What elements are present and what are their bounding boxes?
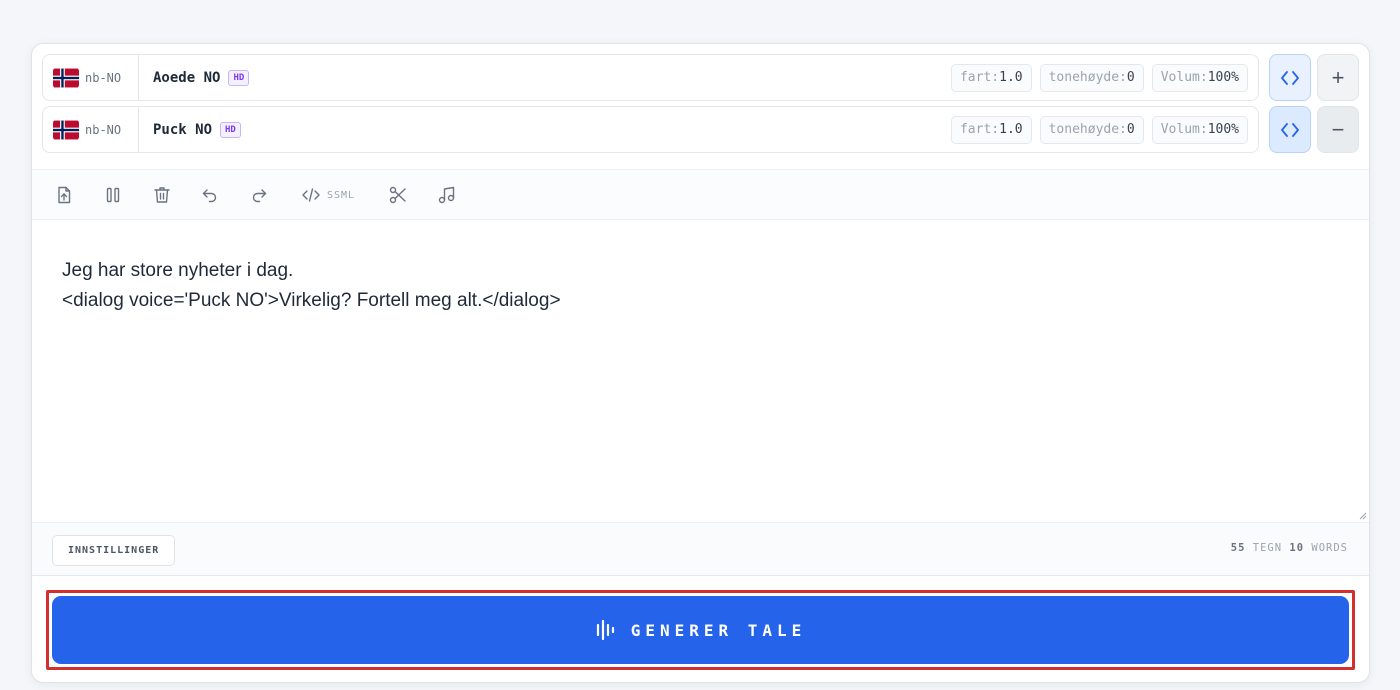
speed-param[interactable]: fart: 1.0	[950, 115, 1032, 144]
param-key: fart:	[959, 70, 1000, 85]
resize-grip-icon[interactable]	[1359, 512, 1367, 520]
voice-name: Aoede NO	[153, 69, 221, 86]
voice-row[interactable]: nb-NO Aoede NO HD fart: 1.0 tonehøyde: 0…	[42, 54, 1259, 101]
remove-voice-button[interactable]: −	[1317, 106, 1359, 153]
pitch-param[interactable]: tonehøyde: 0	[1039, 115, 1144, 144]
param-key: tonehøyde:	[1048, 122, 1127, 137]
ssml-toggle-button[interactable]	[1269, 106, 1311, 153]
param-value: 1.0	[999, 122, 1023, 137]
language-code: nb-NO	[85, 70, 122, 85]
upload-icon	[58, 186, 71, 204]
tts-panel: nb-NO Aoede NO HD fart: 1.0 tonehøyde: 0…	[31, 43, 1370, 683]
redo-icon	[252, 189, 267, 203]
generate-speech-button[interactable]: GENERER TALE	[52, 596, 1349, 664]
word-unit: WORDS	[1311, 542, 1348, 554]
language-selector[interactable]: nb-NO	[43, 55, 139, 100]
char-count: 55	[1230, 542, 1246, 554]
code-brackets-icon	[1281, 122, 1299, 137]
speed-param[interactable]: fart: 1.0	[950, 63, 1032, 92]
hd-badge: HD	[220, 121, 241, 138]
word-count: 10	[1289, 542, 1305, 554]
volume-param[interactable]: Volum: 100%	[1151, 63, 1248, 92]
upload-button[interactable]	[54, 184, 74, 206]
editor-line: <dialog voice='Puck NO'>Virkelig? Fortel…	[62, 290, 561, 311]
pitch-param[interactable]: tonehøyde: 0	[1039, 63, 1144, 92]
trash-icon	[154, 187, 170, 203]
param-value: 100%	[1207, 70, 1239, 85]
char-unit: TEGN	[1252, 542, 1283, 554]
voice-name: Puck NO	[153, 121, 213, 138]
param-key: Volum:	[1160, 122, 1208, 137]
ssml-toggle-button[interactable]	[1269, 54, 1311, 101]
undo-button[interactable]	[200, 184, 220, 206]
audio-wave-icon	[596, 619, 614, 641]
editor-toolbar: SSML	[32, 169, 1369, 220]
language-selector[interactable]: nb-NO	[43, 107, 139, 152]
generate-highlight: GENERER TALE	[46, 590, 1355, 670]
voice-name-area[interactable]: Aoede NO HD	[153, 55, 250, 100]
norway-flag-icon	[53, 120, 79, 139]
ssml-button[interactable]: SSML	[301, 184, 355, 206]
settings-button[interactable]: INNSTILLINGER	[52, 535, 176, 566]
music-note-icon	[438, 186, 455, 204]
undo-icon	[202, 189, 217, 203]
param-key: fart:	[959, 122, 1000, 137]
voice-row[interactable]: nb-NO Puck NO HD fart: 1.0 tonehøyde: 0 …	[42, 106, 1259, 153]
redo-button[interactable]	[249, 184, 269, 206]
code-icon	[302, 188, 320, 202]
pause-button[interactable]	[103, 184, 123, 206]
volume-param[interactable]: Volum: 100%	[1151, 115, 1248, 144]
pause-icon	[106, 187, 120, 203]
norway-flag-icon	[53, 68, 79, 87]
text-counter: 55 TEGN 10 WORDS	[1231, 542, 1348, 554]
param-value: 0	[1126, 122, 1135, 137]
param-key: tonehøyde:	[1048, 70, 1127, 85]
param-value: 1.0	[999, 70, 1023, 85]
text-editor[interactable]: Jeg har store nyheter i dag. <dialog voi…	[32, 220, 1369, 522]
hd-badge: HD	[228, 69, 250, 86]
param-value: 0	[1126, 70, 1135, 85]
voice-params: fart: 1.0 tonehøyde: 0 Volum: 100%	[950, 55, 1248, 100]
editor-footer: INNSTILLINGER 55 TEGN 10 WORDS	[32, 522, 1369, 576]
cut-button[interactable]	[388, 184, 408, 206]
plus-icon: +	[1331, 64, 1345, 90]
voice-rows: nb-NO Aoede NO HD fart: 1.0 tonehøyde: 0…	[32, 44, 1369, 169]
param-key: Volum:	[1160, 70, 1208, 85]
minus-icon: −	[1331, 116, 1345, 142]
language-code: nb-NO	[85, 122, 122, 137]
add-voice-button[interactable]: +	[1317, 54, 1359, 101]
param-value: 100%	[1207, 122, 1239, 137]
music-button[interactable]	[437, 184, 457, 206]
delete-button[interactable]	[152, 184, 172, 206]
ssml-label: SSML	[327, 189, 356, 201]
scissors-icon	[389, 186, 406, 204]
voice-name-area[interactable]: Puck NO HD	[153, 107, 241, 152]
generate-label: GENERER TALE	[630, 620, 807, 640]
code-brackets-icon	[1281, 70, 1299, 85]
voice-params: fart: 1.0 tonehøyde: 0 Volum: 100%	[950, 107, 1248, 152]
editor-line: Jeg har store nyheter i dag.	[62, 260, 294, 281]
